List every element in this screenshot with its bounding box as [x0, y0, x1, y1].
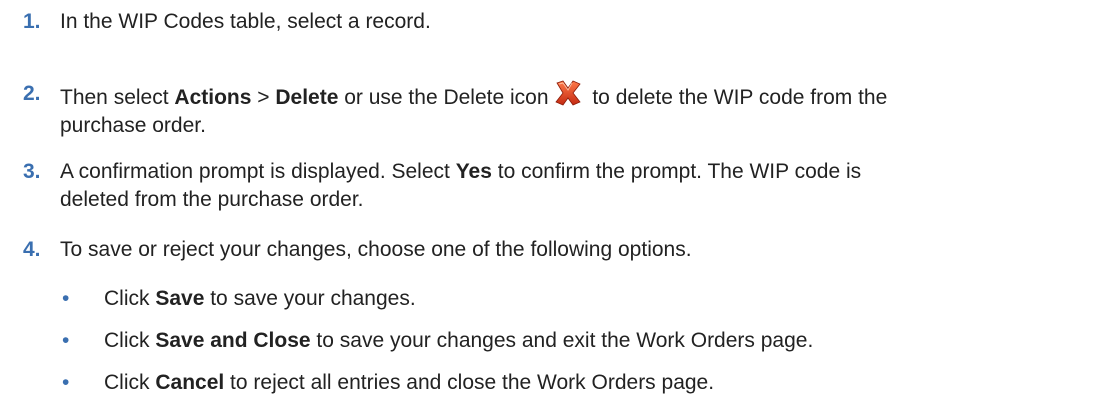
delete-menu-ref: Delete	[275, 86, 339, 109]
yes-option-ref: Yes	[455, 160, 492, 183]
step-number: 2.	[23, 82, 41, 105]
bullet-dot: •	[62, 371, 70, 394]
step-text: Then select Actions > Delete or use the …	[60, 80, 1110, 140]
step-text: In the WIP Codes table, select a record.	[60, 10, 431, 33]
actions-menu-ref: Actions	[174, 86, 252, 109]
bullet-text: Click Cancel to reject all entries and c…	[104, 371, 715, 394]
step-text: To save or reject your changes, choose o…	[60, 238, 692, 261]
bullet-dot: •	[62, 287, 70, 310]
step-number: 4.	[23, 238, 41, 261]
step-number: 3.	[23, 160, 41, 183]
bullet-text: Click Save and Close to save your change…	[104, 329, 814, 352]
instructions-document: 1. In the WIP Codes table, select a reco…	[0, 0, 1116, 408]
delete-x-icon	[554, 80, 581, 106]
bullet-dot: •	[62, 329, 70, 352]
step-text: A confirmation prompt is displayed. Sele…	[60, 160, 862, 211]
step-number: 1.	[23, 10, 41, 33]
bullet-text: Click Save to save your changes.	[104, 287, 416, 310]
